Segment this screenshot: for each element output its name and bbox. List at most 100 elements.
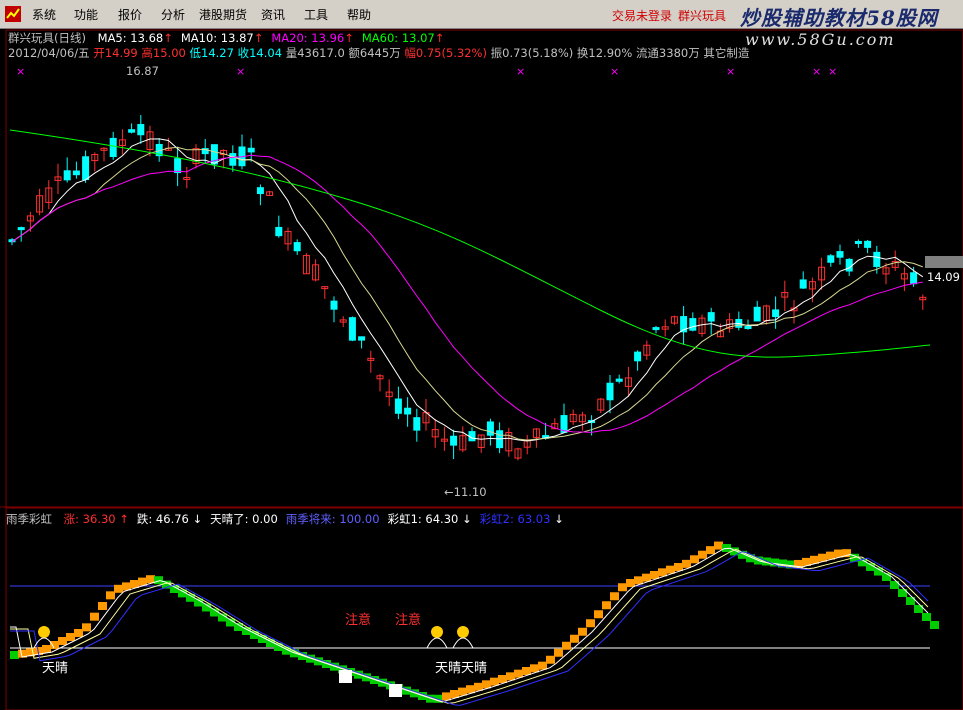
rainbow-block [154, 576, 163, 585]
low-label: 低14.27 [189, 46, 234, 60]
watermark-title: 炒股辅助教材58股网 [740, 6, 938, 30]
candle-body [413, 417, 421, 431]
candle-body [293, 242, 301, 252]
signal-x-marker: × [16, 65, 25, 78]
price-markers: × × × × × × × [16, 65, 963, 268]
high-label: 高15.00 [141, 46, 186, 60]
candle-body [910, 272, 918, 285]
candle-body [330, 300, 338, 310]
warning-annotation-1: 注意 [345, 613, 372, 628]
chart-canvas[interactable]: × × × × × × × [0, 0, 963, 710]
ma20-line [11, 154, 923, 433]
rainbow-block [626, 579, 635, 587]
price-panel-title: 群兴玩具(日线) MA5: 13.68↑ MA10: 13.87↑ MA20: 13… [8, 30, 444, 46]
white-square-marker [389, 684, 402, 697]
indicator-lines [10, 547, 929, 706]
candle-body [836, 251, 844, 258]
rainbow-block [66, 633, 75, 641]
rainbow-block [74, 629, 83, 637]
rainbow-block [546, 655, 555, 664]
rainbow-block [634, 576, 643, 585]
rainbow-block [610, 592, 619, 601]
rainbow-block [714, 541, 723, 550]
ma-legend-3: MA20: 13.96↑ [271, 31, 354, 45]
sunny-annotation: 天晴 [42, 661, 69, 676]
price-panel-ohlc: 2012/04/06/五 开14.99 高15.00 低14.27 收14.04… [8, 45, 749, 61]
rainbow-block [922, 613, 931, 621]
ma-legend-2: MA10: 13.87↑ [180, 31, 264, 45]
menu-hk-futures[interactable]: 港股期货 [199, 6, 247, 23]
candle-body [689, 318, 697, 331]
candle-body [486, 421, 494, 436]
open-label: 开14.99 [93, 46, 138, 60]
rainbow-block [642, 573, 651, 582]
rainbow-block [570, 634, 579, 643]
candle-body [348, 317, 356, 341]
candle-body [799, 279, 807, 289]
candle-body [634, 351, 642, 362]
rainbow-block [578, 627, 587, 636]
rainbow-block [514, 669, 523, 678]
indicator-legend-6: 彩虹2: 63.03 ↓ [479, 512, 564, 526]
candle-body [72, 170, 80, 176]
white-square-marker [339, 670, 352, 683]
indicator-legend-2: 跌: 46.76 ↓ [136, 512, 203, 526]
rainbow1b-line [10, 548, 929, 704]
sunny-signal-icon [457, 626, 469, 638]
candle-body [229, 153, 237, 166]
rainbow-block [82, 623, 91, 632]
ma-legend-1: MA5: 13.68↑ [97, 31, 173, 45]
candle-body [854, 240, 862, 244]
rainbow-block [562, 641, 571, 650]
menu-news[interactable]: 资讯 [261, 6, 285, 23]
last-price-label: 14.09 [925, 270, 962, 284]
rainbow-block [58, 637, 67, 645]
candle-body [606, 382, 614, 401]
menu-system[interactable]: 系统 [32, 6, 56, 23]
amount-label: 额6445万 [348, 46, 401, 60]
sunny-double-annotation: 天晴天晴 [435, 661, 488, 676]
rainbow-block [618, 583, 627, 592]
rainbow-block [658, 568, 667, 577]
rainbow-block [42, 645, 51, 653]
rainbow-block [498, 675, 507, 683]
menu-function[interactable]: 功能 [74, 6, 98, 23]
float-label: 流通3380万 [635, 46, 700, 60]
close-label: 收14.04 [237, 46, 283, 60]
indicator-panel-header: 雨季彩虹 涨: 36.30 ↑ 跌: 46.76 ↓ 天晴了: 0.00 雨季将来: … [6, 511, 564, 527]
candle-body [845, 258, 853, 272]
menu-help[interactable]: 帮助 [347, 6, 371, 23]
app-logo-icon [5, 6, 21, 22]
rainbow-block [930, 621, 939, 629]
sunny-signal-icon [38, 626, 50, 638]
ma5-line [11, 138, 924, 442]
amplitude-label: 振0.73(5.18%) [490, 46, 574, 60]
sector-label: 其它制造 [703, 46, 750, 60]
rainbow-block [490, 677, 499, 686]
rainbow-block [90, 612, 99, 621]
stock-name-link[interactable]: 群兴玩具 [678, 7, 726, 24]
rainbow-block [674, 563, 683, 571]
high-marker-label: 16.87 [126, 64, 159, 78]
login-status-link[interactable]: 交易未登录 [612, 7, 672, 24]
candle-body [137, 124, 145, 136]
candle-body [772, 309, 780, 318]
menu-quote[interactable]: 报价 [118, 6, 142, 23]
candle-body [468, 431, 476, 442]
candle-body [128, 129, 136, 133]
indicator-legend-4: 雨季将来: 100.00 [285, 512, 380, 526]
ma-legend-4: MA60: 13.07↑ [361, 31, 445, 45]
stock-title: 群兴玩具(日线) [8, 31, 86, 45]
rainbow-block [482, 680, 491, 689]
turnover-label: 换12.90% [576, 46, 633, 60]
rainbow-block [698, 550, 707, 559]
menu-tools[interactable]: 工具 [304, 6, 328, 23]
indicator-legend-5: 彩虹1: 64.30 ↓ [387, 512, 472, 526]
menu-analysis[interactable]: 分析 [161, 6, 185, 23]
candle-body [615, 378, 623, 382]
candle-body [247, 147, 255, 153]
candle-body [873, 251, 881, 267]
rainbow-block [114, 584, 123, 593]
rainbow-block [650, 571, 659, 579]
watermark-url: www.58Gu.com [745, 30, 896, 49]
